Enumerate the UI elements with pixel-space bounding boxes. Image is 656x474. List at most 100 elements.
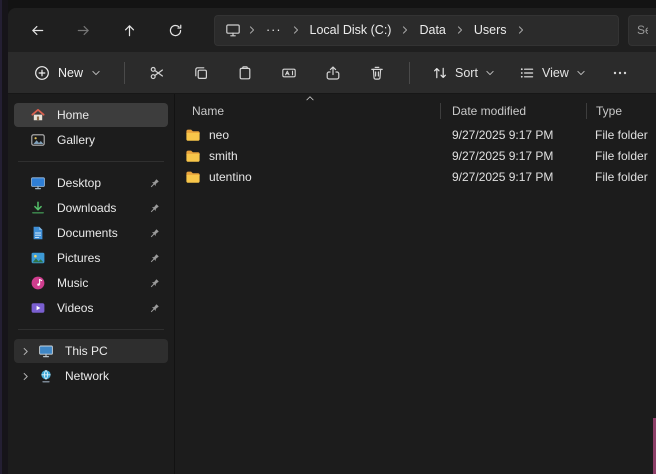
file-name-cell[interactable]: neo xyxy=(175,127,440,143)
share-icon xyxy=(325,65,341,81)
scissors-icon xyxy=(149,65,165,81)
sidebar-item-music[interactable]: Music xyxy=(14,271,168,295)
chevron-down-icon xyxy=(91,68,101,78)
column-header-label: Name xyxy=(192,104,224,118)
pin-icon[interactable] xyxy=(148,302,161,315)
music-icon xyxy=(30,275,46,291)
view-button[interactable]: View xyxy=(510,57,595,89)
address-bar[interactable]: ··· Local Disk (C:) Data Users xyxy=(214,15,619,46)
chevron-right-icon xyxy=(246,25,258,35)
forward-button[interactable] xyxy=(66,15,100,45)
sidebar-item-label: Documents xyxy=(57,226,118,240)
chevron-right-icon xyxy=(515,25,527,35)
pin-icon[interactable] xyxy=(148,177,161,190)
sidebar-item-downloads[interactable]: Downloads xyxy=(14,196,168,220)
refresh-icon xyxy=(168,23,183,38)
sidebar-item-label: Downloads xyxy=(57,201,116,215)
breadcrumb-segment-data[interactable]: Data xyxy=(412,20,452,40)
file-row[interactable]: neo 9/27/2025 9:17 PM File folder xyxy=(175,124,656,145)
forward-icon xyxy=(76,23,91,38)
network-icon xyxy=(38,368,54,384)
sidebar-item-this-pc[interactable]: This PC xyxy=(14,339,168,363)
more-options-button[interactable] xyxy=(601,57,639,89)
explorer-body: Home Gallery Desktop Downloads xyxy=(8,94,656,474)
monitor-icon xyxy=(221,22,245,38)
new-button[interactable]: New xyxy=(24,57,111,89)
refresh-button[interactable] xyxy=(158,15,192,45)
view-list-icon xyxy=(519,65,535,81)
copy-icon xyxy=(193,65,209,81)
sidebar-item-desktop[interactable]: Desktop xyxy=(14,171,168,195)
file-name: neo xyxy=(209,128,229,142)
search-box[interactable] xyxy=(628,15,656,46)
rename-button[interactable] xyxy=(270,57,308,89)
downloads-icon xyxy=(30,200,46,216)
desktop-edge-left xyxy=(0,0,8,474)
pin-icon[interactable] xyxy=(148,227,161,240)
column-header-type[interactable]: Type xyxy=(587,98,656,124)
sidebar-item-gallery[interactable]: Gallery xyxy=(14,128,168,152)
new-button-label: New xyxy=(58,66,83,80)
chevron-right-icon xyxy=(290,25,302,35)
cut-button[interactable] xyxy=(138,57,176,89)
command-toolbar: New xyxy=(8,52,656,94)
folder-icon xyxy=(185,169,201,185)
sidebar-item-documents[interactable]: Documents xyxy=(14,221,168,245)
chevron-right-icon[interactable] xyxy=(18,371,32,382)
column-header-label: Type xyxy=(596,104,622,118)
search-input[interactable] xyxy=(637,23,648,37)
sidebar-item-label: Home xyxy=(57,108,89,122)
file-name-cell[interactable]: utentino xyxy=(175,169,440,185)
chevron-down-icon xyxy=(485,68,495,78)
sort-ascending-icon xyxy=(305,94,315,102)
file-name: utentino xyxy=(209,170,252,184)
rename-icon xyxy=(281,65,297,81)
toolbar-divider xyxy=(409,62,410,84)
breadcrumb-segment-users[interactable]: Users xyxy=(467,20,514,40)
trash-icon xyxy=(369,65,385,81)
file-row[interactable]: smith 9/27/2025 9:17 PM File folder xyxy=(175,145,656,166)
sort-button[interactable]: Sort xyxy=(423,57,504,89)
more-icon xyxy=(612,65,628,81)
breadcrumb-segment-drive[interactable]: Local Disk (C:) xyxy=(303,20,399,40)
pin-icon[interactable] xyxy=(148,277,161,290)
pin-icon[interactable] xyxy=(148,202,161,215)
file-name-cell[interactable]: smith xyxy=(175,148,440,164)
chevron-right-icon[interactable] xyxy=(18,346,32,357)
file-type: File folder xyxy=(585,128,656,142)
back-icon xyxy=(30,23,45,38)
gallery-icon xyxy=(30,132,46,148)
screen: ··· Local Disk (C:) Data Users New xyxy=(0,0,656,474)
toolbar-divider xyxy=(124,62,125,84)
navigation-bar: ··· Local Disk (C:) Data Users xyxy=(8,8,656,52)
pictures-icon xyxy=(30,250,46,266)
navigation-pane: Home Gallery Desktop Downloads xyxy=(8,94,175,474)
breadcrumb-overflow[interactable]: ··· xyxy=(259,20,289,40)
paste-button[interactable] xyxy=(226,57,264,89)
sidebar-item-label: Network xyxy=(65,369,109,383)
sidebar-item-videos[interactable]: Videos xyxy=(14,296,168,320)
sidebar-item-pictures[interactable]: Pictures xyxy=(14,246,168,270)
sort-button-label: Sort xyxy=(455,66,478,80)
copy-button[interactable] xyxy=(182,57,220,89)
home-icon xyxy=(30,107,46,123)
sidebar-item-label: Music xyxy=(57,276,88,290)
sidebar-divider xyxy=(18,161,164,162)
pin-icon[interactable] xyxy=(148,252,161,265)
file-list-pane: Name Date modified Type neo xyxy=(175,94,656,474)
up-button[interactable] xyxy=(112,15,146,45)
chevron-right-icon xyxy=(454,25,466,35)
documents-icon xyxy=(30,225,46,241)
plus-circle-icon xyxy=(34,65,50,81)
clipboard-icon xyxy=(237,65,253,81)
column-header-label: Date modified xyxy=(452,104,526,118)
sidebar-item-network[interactable]: Network xyxy=(14,364,168,388)
back-button[interactable] xyxy=(20,15,54,45)
column-header-row: Name Date modified Type xyxy=(175,98,656,124)
file-row[interactable]: utentino 9/27/2025 9:17 PM File folder xyxy=(175,166,656,187)
column-header-date-modified[interactable]: Date modified xyxy=(441,98,586,124)
share-button[interactable] xyxy=(314,57,352,89)
sidebar-item-label: Pictures xyxy=(57,251,100,265)
sidebar-item-home[interactable]: Home xyxy=(14,103,168,127)
delete-button[interactable] xyxy=(358,57,396,89)
